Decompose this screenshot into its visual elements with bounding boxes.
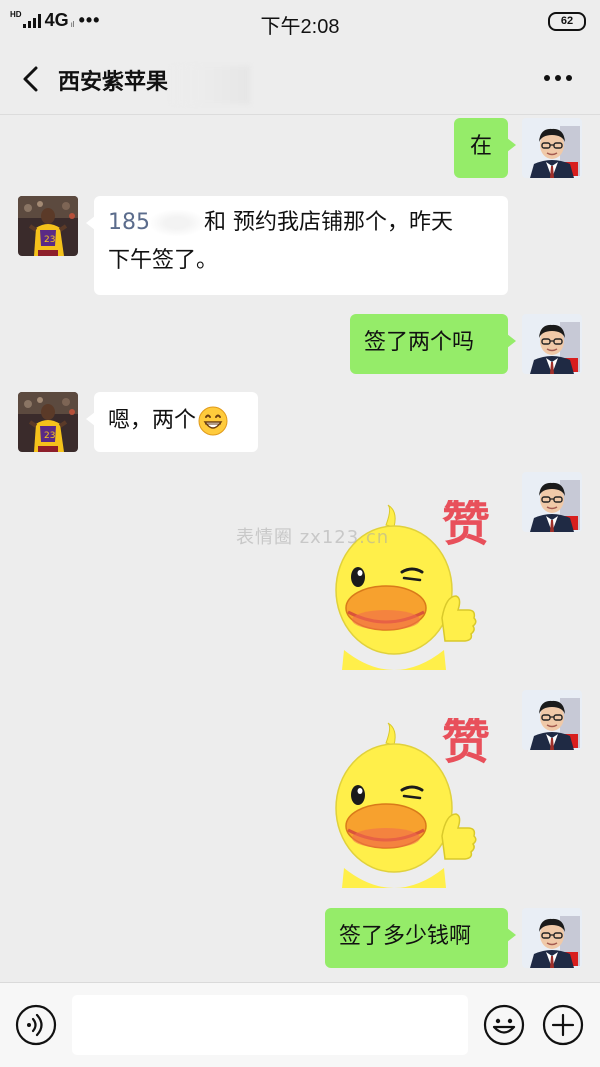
status-bar: HD 4G ıl ••• 下午2:08 62 <box>0 0 600 44</box>
emoji-icon[interactable] <box>483 1004 525 1046</box>
chat-header: 西安紫苹果 <box>0 44 600 115</box>
contact-avatar[interactable] <box>18 196 78 256</box>
phone-number-link[interactable]: 185 <box>108 210 150 235</box>
message-text: 嗯，两个 <box>108 408 197 433</box>
received-message-bubble[interactable]: 嗯，两个 <box>86 392 258 452</box>
message-text: 签了两个吗 <box>364 330 475 355</box>
battery-indicator: 62 <box>548 12 586 31</box>
sent-message-bubble[interactable]: 签了多少钱啊 <box>325 908 516 968</box>
sent-message-bubble[interactable]: 签了两个吗 <box>350 314 516 374</box>
voice-icon[interactable] <box>15 1004 57 1046</box>
input-toolbar <box>0 982 600 1067</box>
message-text: 在 <box>469 134 492 159</box>
contact-avatar[interactable] <box>18 392 78 452</box>
my-avatar[interactable] <box>522 314 582 374</box>
my-avatar[interactable] <box>522 472 582 532</box>
message-line-2: 下午签了。 <box>108 248 219 273</box>
status-time: 下午2:08 <box>260 16 340 38</box>
plus-icon[interactable] <box>542 1004 584 1046</box>
received-message-bubble[interactable]: 185 和 预约我店铺那个，昨天 下午签了。 <box>86 196 508 295</box>
my-avatar[interactable] <box>522 908 582 968</box>
message-text: 签了多少钱啊 <box>339 924 472 949</box>
my-avatar[interactable] <box>522 118 582 178</box>
chevron-left-icon[interactable] <box>16 62 46 96</box>
sent-message-bubble[interactable]: 在 <box>454 118 516 178</box>
message-input[interactable] <box>72 995 468 1055</box>
my-avatar[interactable] <box>522 690 582 750</box>
more-dots-icon[interactable] <box>544 68 578 88</box>
message-line-1: 185 和 预约我店铺那个，昨天 <box>108 204 494 242</box>
title-redaction <box>170 66 250 104</box>
grinning-face-icon <box>198 406 228 436</box>
message-text: 和 预约我店铺那个，昨天 <box>204 210 453 235</box>
watermark: 表情圈 zx123.cn <box>236 527 390 548</box>
chat-title: 西安紫苹果 <box>58 70 169 95</box>
phone-redaction <box>150 210 204 236</box>
duck-thumbs-up-sticker[interactable] <box>324 718 496 890</box>
